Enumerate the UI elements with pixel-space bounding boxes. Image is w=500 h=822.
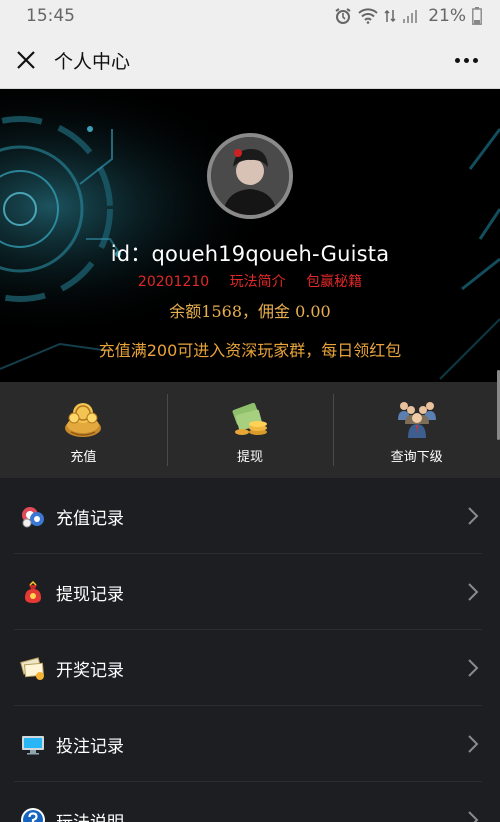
title-bar: 个人中心 xyxy=(0,32,500,89)
page-title: 个人中心 xyxy=(54,50,131,73)
avatar[interactable] xyxy=(207,133,293,219)
battery-percentage: 21% xyxy=(428,6,466,26)
more-dot-icon xyxy=(463,57,469,63)
chevron-right-icon xyxy=(468,583,479,601)
help-circle-icon xyxy=(21,808,45,822)
battery-icon xyxy=(472,7,482,25)
menu-label-bet-records: 投注记录 xyxy=(56,736,124,757)
chevron-right-icon xyxy=(468,735,479,753)
query-subordinates-button[interactable]: 查询下级 xyxy=(333,382,500,478)
recharge-button[interactable]: 充值 xyxy=(0,382,167,478)
withdraw-label: 提现 xyxy=(237,449,264,465)
alarm-icon xyxy=(335,8,351,24)
menu-item-draw-records[interactable]: 开奖记录 xyxy=(0,630,500,706)
chevron-right-icon xyxy=(468,659,479,677)
recharge-label: 充值 xyxy=(70,449,97,465)
data-arrows-icon xyxy=(384,9,396,23)
link-winning-tips[interactable]: 包赢秘籍 xyxy=(306,274,362,290)
menu-label-recharge-records: 充值记录 xyxy=(56,508,124,529)
balance-text: 余额1568，佣金 0.00 xyxy=(169,302,331,321)
chevron-right-icon xyxy=(468,811,479,822)
menu-label-draw-records: 开奖记录 xyxy=(56,660,124,681)
cash-coins-icon xyxy=(232,402,267,435)
status-bar: 15:45 21% xyxy=(0,0,500,32)
user-id: id：qoueh19qoueh-Guista xyxy=(110,242,390,266)
avatar-portrait-icon xyxy=(211,137,289,215)
withdraw-button[interactable]: 提现 xyxy=(166,382,334,478)
status-icons: 21% xyxy=(334,6,482,26)
team-people-icon xyxy=(397,401,436,438)
chevron-right-icon xyxy=(468,507,479,525)
red-money-bag-icon xyxy=(25,580,41,603)
link-game-intro[interactable]: 玩法简介 xyxy=(230,274,286,290)
close-icon xyxy=(17,51,35,69)
money-bag-icon xyxy=(65,402,102,437)
menu-item-withdraw-records[interactable]: 提现记录 xyxy=(0,554,500,630)
menu-list: 充值记录 提现记录 开奖记录 投注记录 xyxy=(0,478,500,822)
profile-links: 20201210 玩法简介 包赢秘籍 xyxy=(0,271,500,291)
close-button[interactable] xyxy=(14,48,38,72)
menu-label-game-rules: 玩法说明 xyxy=(56,808,466,822)
more-dot-icon xyxy=(472,57,478,63)
lottery-tickets-icon xyxy=(20,657,45,680)
profile-header: id：qoueh19qoueh-Guista 20201210 玩法简介 包赢秘… xyxy=(0,89,500,382)
poker-chips-icon xyxy=(22,507,44,528)
menu-item-bet-records[interactable]: 投注记录 xyxy=(0,706,500,782)
menu-item-game-rules[interactable]: 玩法说明 xyxy=(0,782,500,822)
signal-icon xyxy=(403,10,418,23)
status-time: 15:45 xyxy=(26,6,75,26)
more-options-button[interactable] xyxy=(446,48,486,72)
recharge-notice: 充值满200可进入资深玩家群，每日领红包 xyxy=(98,341,402,360)
link-date[interactable]: 20201210 xyxy=(138,274,209,290)
monitor-icon xyxy=(22,736,44,755)
action-bar: 充值 提现 查询下级 xyxy=(0,382,500,478)
more-dot-icon xyxy=(454,57,460,63)
wifi-icon xyxy=(358,8,378,24)
query-subordinates-label: 查询下级 xyxy=(390,449,443,465)
menu-label-withdraw-records: 提现记录 xyxy=(56,584,124,605)
menu-item-recharge-records[interactable]: 充值记录 xyxy=(0,478,500,554)
